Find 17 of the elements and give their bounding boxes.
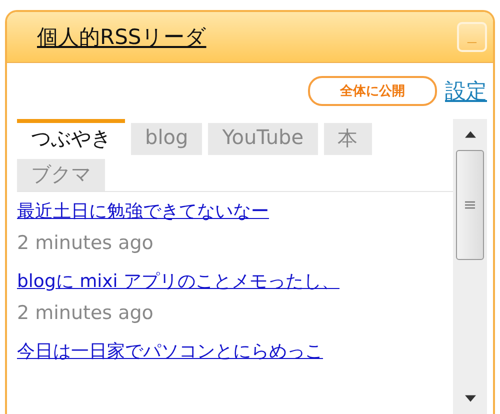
scroll-up-icon[interactable] <box>464 131 476 138</box>
feed-tab[interactable]: YouTube <box>208 123 318 155</box>
entry-time: 2 minutes ago <box>17 231 154 256</box>
scrollbar[interactable] <box>453 119 487 414</box>
settings-link[interactable]: 設定 <box>445 77 487 105</box>
scroll-thumb[interactable] <box>456 150 484 260</box>
entry-link[interactable]: blogに mixi アプリのことメモったし、 <box>17 268 453 296</box>
scroll-down-icon[interactable] <box>464 395 476 402</box>
feed-tab[interactable]: ブクマ <box>17 159 105 191</box>
entry-time: 2 minutes ago <box>17 301 154 326</box>
publish-button[interactable]: 全体に公開 <box>308 76 437 106</box>
grip-icon <box>465 201 475 209</box>
feed-tab[interactable]: 本 <box>324 123 372 155</box>
feed-tab[interactable]: blog <box>131 123 202 155</box>
widget-title-link[interactable]: 個人的RSSリーダ <box>37 23 206 51</box>
entry-link[interactable]: 最近土日に勉強できてないなー <box>17 198 453 226</box>
entry-link[interactable]: 今日は一日家でパソコンとにらめっこ <box>17 338 453 366</box>
